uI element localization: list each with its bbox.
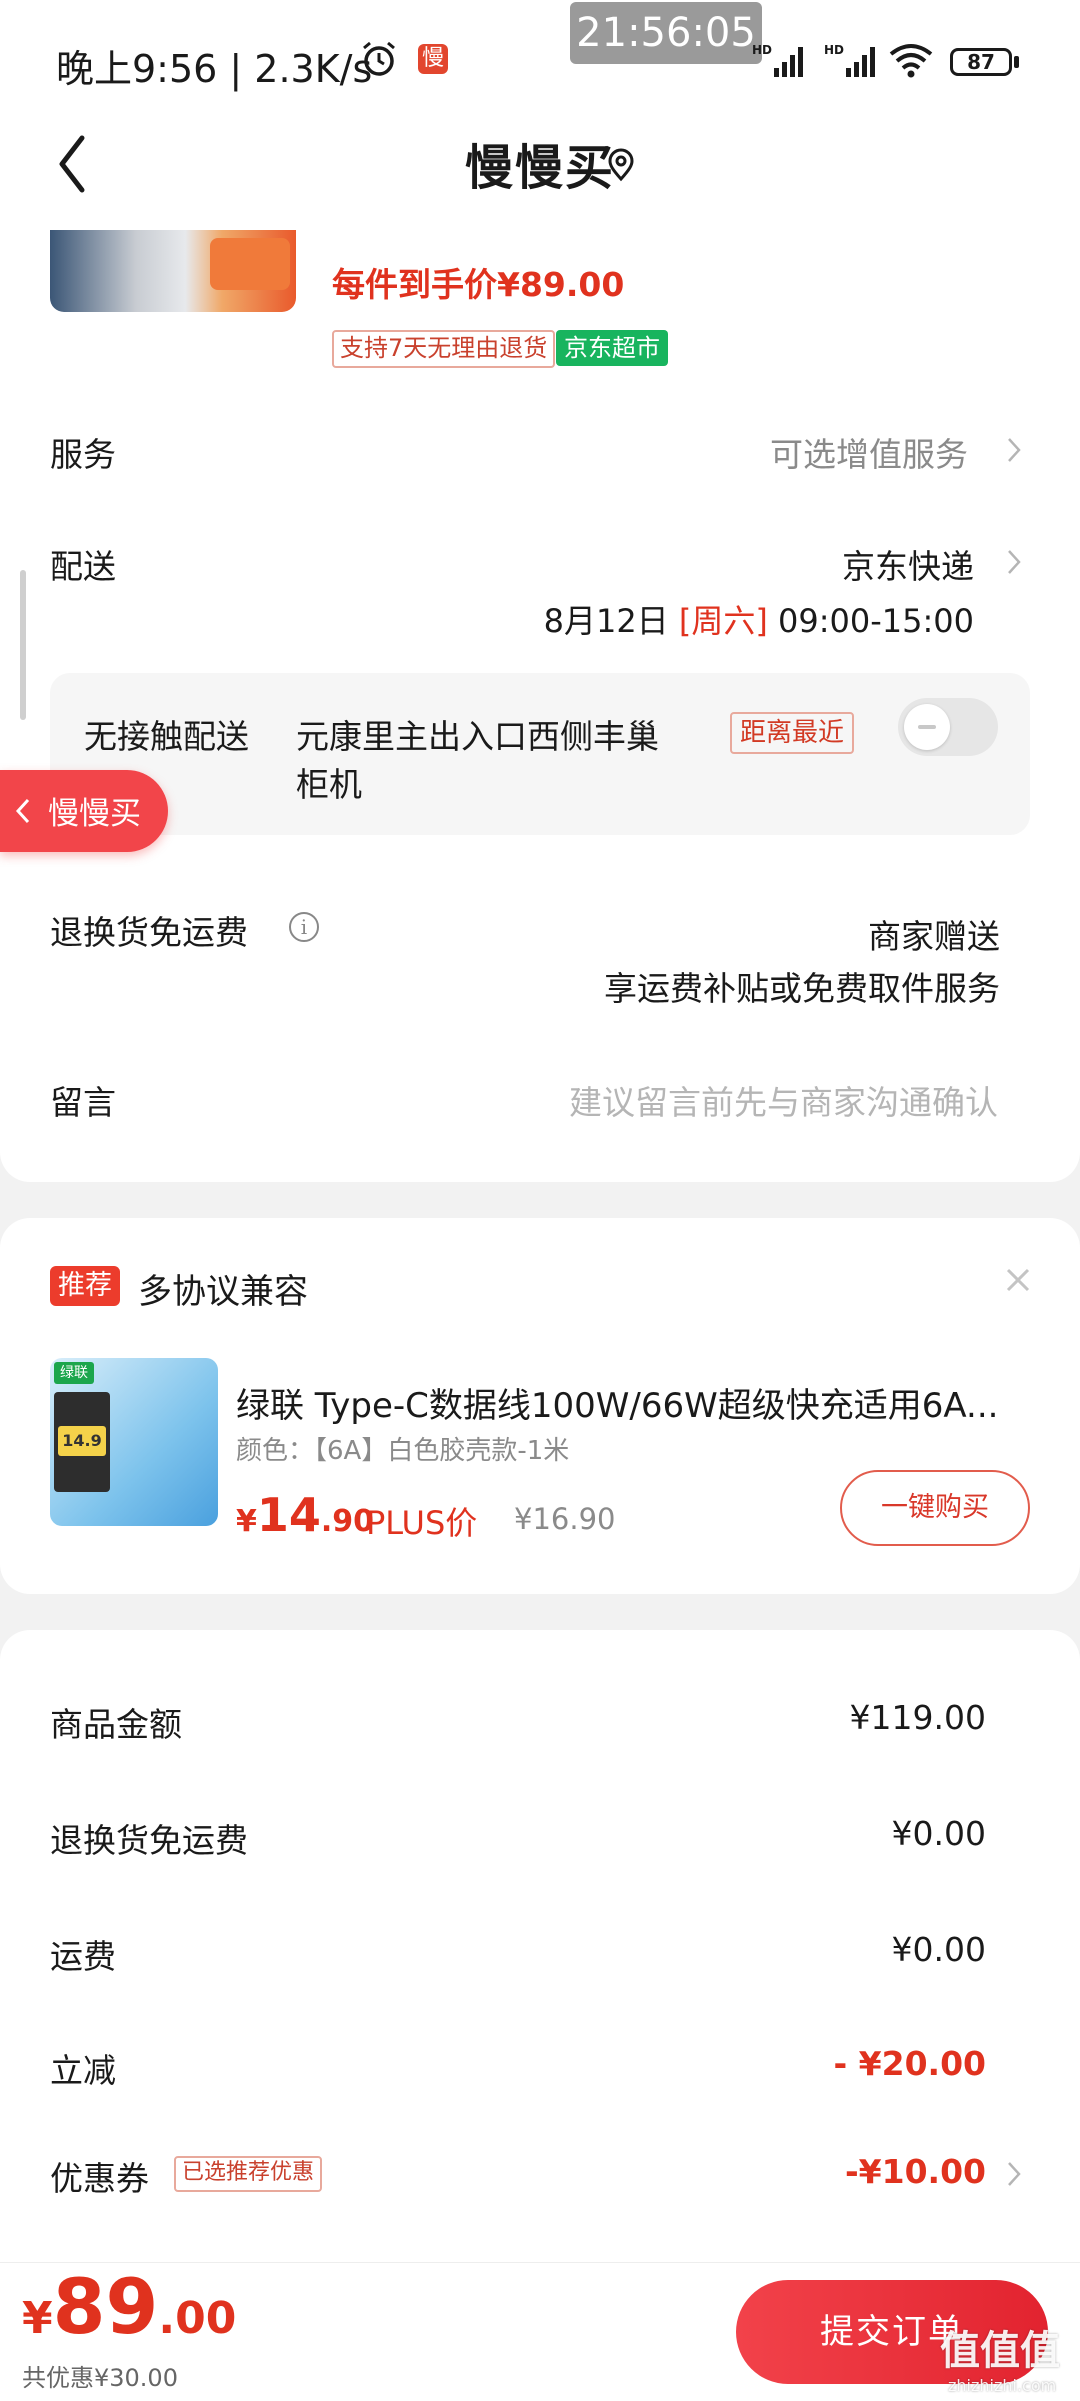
delivery-weekday: [周六] xyxy=(678,602,768,640)
recommended-product-variant: 颜色：【6A】白色胶壳款-1米 xyxy=(236,1436,570,1466)
nearest-tag: 距离最近 xyxy=(730,712,855,754)
info-icon[interactable]: i xyxy=(289,912,319,942)
svg-text:HD: HD xyxy=(824,43,844,57)
service-value[interactable]: 可选增值服务 xyxy=(770,428,968,476)
price-currency: ¥ xyxy=(236,1504,257,1539)
chevron-left-icon xyxy=(15,798,30,824)
summary-label-goods: 商品金额 xyxy=(50,1705,182,1744)
recommended-product-name[interactable]: 绿联 Type-C数据线100W/66W超级快充适用6A... xyxy=(236,1378,1036,1427)
coupon-selected-tag: 已选推荐优惠 xyxy=(174,2156,323,2192)
service-label: 服务 xyxy=(50,435,116,474)
return-shipping-label: 退换货免运费 xyxy=(50,913,248,952)
recommend-title: 多协议兼容 xyxy=(138,1272,308,1312)
recommend-badge: 推荐 xyxy=(50,1266,120,1306)
app-notification-icon: 慢 xyxy=(418,44,448,74)
summary-label-shipping: 运费 xyxy=(50,1937,116,1976)
product-image-price: 14.9 xyxy=(58,1426,106,1456)
minus-icon xyxy=(918,725,936,729)
pickup-location-line2: 柜机 xyxy=(296,765,362,804)
return-shipping-value-2: 享运费补贴或免费取件服务 xyxy=(604,969,1000,1008)
summary-label-return-shipping: 退换货免运费 xyxy=(50,1821,248,1860)
wifi-icon xyxy=(889,44,933,78)
delivery-label: 配送 xyxy=(50,547,116,586)
clock-overlay: 21:56:05 xyxy=(570,2,762,64)
battery-tip xyxy=(1014,56,1019,68)
product-image-brand: 绿联 xyxy=(54,1362,94,1384)
plus-price-label: PLUS价 xyxy=(366,1504,478,1542)
message-label: 留言 xyxy=(50,1083,116,1122)
delivery-time-range: 09:00-15:00 xyxy=(778,602,974,640)
total-currency: ¥ xyxy=(22,2293,53,2344)
one-click-buy-button[interactable]: 一键购买 xyxy=(840,1470,1030,1546)
delivery-date[interactable]: 8月12日 [周六] 09:00-15:00 xyxy=(544,596,974,642)
summary-label-discount: 立减 xyxy=(50,2051,116,2090)
summary-value-discount: - ¥20.00 xyxy=(833,2044,986,2083)
battery-icon: 87 xyxy=(950,48,1012,76)
close-icon[interactable] xyxy=(1004,1266,1032,1294)
pickup-location-line1: 元康里主出入口西侧丰巢 xyxy=(296,717,659,756)
floating-app-label: 慢慢买 xyxy=(48,796,141,832)
summary-label-coupon: 优惠券 xyxy=(50,2159,149,2198)
message-input[interactable]: 建议留言前先与商家沟通确认 xyxy=(569,1076,998,1124)
cell-signal-icon-2: HD xyxy=(824,43,875,77)
svg-text:HD: HD xyxy=(752,43,772,57)
product-thumbnail-label xyxy=(210,238,290,290)
return-shipping-value-1: 商家赠送 xyxy=(868,917,1000,956)
chevron-right-icon[interactable] xyxy=(1006,548,1022,576)
jd-supermarket-tag: 京东超市 xyxy=(556,330,668,366)
return-policy-tag: 支持7天无理由退货 xyxy=(332,330,556,368)
total-price: ¥89.00 xyxy=(22,2262,236,2351)
chevron-right-icon[interactable] xyxy=(1006,436,1022,464)
delivery-date-day: 8月12日 xyxy=(543,602,669,640)
watermark-url: zhizhizhi.com xyxy=(948,2376,1057,2395)
contactless-label: 无接触配送 xyxy=(84,717,249,756)
summary-value-return-shipping: ¥0.00 xyxy=(891,1814,986,1853)
cell-signal-icon: HD xyxy=(752,43,803,77)
original-price: ¥16.90 xyxy=(514,1502,616,1536)
scroll-indicator xyxy=(20,570,26,720)
recommended-product-price: ¥14.90 xyxy=(236,1488,374,1542)
summary-value-coupon[interactable]: -¥10.00 xyxy=(845,2152,986,2191)
total-saved: 共优惠¥30.00 xyxy=(22,2364,178,2392)
summary-value-goods: ¥119.00 xyxy=(849,1698,986,1737)
price-integer: 14 xyxy=(256,1488,321,1542)
page-title: 慢慢买 xyxy=(464,140,615,196)
alarm-clock-icon xyxy=(363,41,395,76)
summary-value-shipping: ¥0.00 xyxy=(891,1930,986,1969)
status-time-speed: 晚上9:56 | 2.3K/s xyxy=(56,47,373,91)
location-pin-icon[interactable] xyxy=(606,148,636,182)
total-integer: 89 xyxy=(52,2262,159,2351)
delivery-carrier[interactable]: 京东快递 xyxy=(842,540,974,588)
chevron-right-icon[interactable] xyxy=(1006,2160,1022,2188)
total-decimal: .00 xyxy=(158,2293,237,2344)
price-each-text: 每件到手价¥89.00 xyxy=(332,265,625,304)
